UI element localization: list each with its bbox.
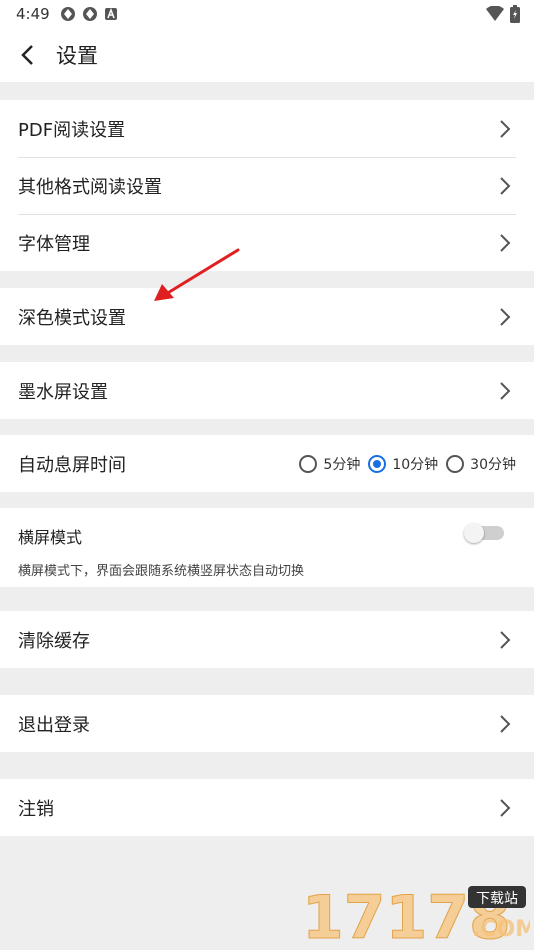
dark-mode-group: 深色模式设置 <box>0 288 534 345</box>
pdf-reading-settings-item[interactable]: PDF阅读设置 <box>0 100 534 157</box>
radio-button-selected[interactable] <box>368 454 387 473</box>
chevron-right-icon <box>500 630 511 649</box>
notification-icons <box>60 6 118 22</box>
watermark-logo: 17178 下载站 .COM <box>300 876 534 950</box>
deregister-item[interactable]: 注销 <box>0 779 534 836</box>
item-label: 退出登录 <box>18 714 90 736</box>
status-bar: 4:49 <box>0 0 534 28</box>
svg-text:.COM: .COM <box>472 917 530 942</box>
app-bar: 设置 <box>0 28 534 82</box>
radio-label: 30分钟 <box>470 456 516 473</box>
clear-cache-group: 清除缓存 <box>0 611 534 668</box>
toggle-knob <box>464 523 484 543</box>
annotation-arrow-icon <box>154 248 240 301</box>
eink-settings-item[interactable]: 墨水屏设置 <box>0 362 534 419</box>
logout-group: 退出登录 <box>0 695 534 752</box>
other-format-reading-settings-item[interactable]: 其他格式阅读设置 <box>0 157 534 214</box>
screen-timeout-row: 自动息屏时间 5分钟 10分钟 30分钟 <box>0 435 534 492</box>
radio-button[interactable] <box>299 454 318 473</box>
screen-timeout-label: 自动息屏时间 <box>18 454 126 476</box>
app-notification-icon <box>82 7 97 21</box>
dark-mode-settings-item[interactable]: 深色模式设置 <box>0 288 534 345</box>
status-time: 4:49 <box>16 5 50 23</box>
timeout-option-10min[interactable]: 10分钟 <box>368 454 438 474</box>
system-status-icons <box>486 5 520 23</box>
landscape-mode-description: 横屏模式下，界面会跟随系统横竖屏状态自动切换 <box>18 564 305 579</box>
chevron-right-icon <box>500 714 511 733</box>
wifi-icon <box>486 6 504 21</box>
landscape-mode-group: 横屏模式 横屏模式下，界面会跟随系统横竖屏状态自动切换 <box>0 508 534 587</box>
back-arrow-icon <box>21 45 33 65</box>
font-management-item[interactable]: 字体管理 <box>0 214 534 271</box>
logout-item[interactable]: 退出登录 <box>0 695 534 752</box>
deregister-group: 注销 <box>0 779 534 836</box>
back-button[interactable] <box>12 40 42 70</box>
eink-group: 墨水屏设置 <box>0 362 534 419</box>
item-label: 字体管理 <box>18 233 90 255</box>
timeout-option-30min[interactable]: 30分钟 <box>446 454 516 474</box>
item-label: PDF阅读设置 <box>18 119 126 141</box>
screen-timeout-group: 自动息屏时间 5分钟 10分钟 30分钟 <box>0 435 534 492</box>
item-label: 深色模式设置 <box>18 307 126 329</box>
chevron-right-icon <box>500 119 511 138</box>
chevron-right-icon <box>500 307 511 326</box>
clear-cache-item[interactable]: 清除缓存 <box>0 611 534 668</box>
battery-icon <box>510 5 520 23</box>
landscape-mode-toggle[interactable] <box>464 523 504 543</box>
radio-label: 5分钟 <box>323 456 361 473</box>
watermark-graphic: 17178 下载站 .COM <box>302 883 534 950</box>
chevron-right-icon <box>500 176 511 195</box>
radio-label: 10分钟 <box>392 456 439 473</box>
reading-settings-group: PDF阅读设置 其他格式阅读设置 字体管理 <box>0 100 534 271</box>
app-notification-icon <box>60 7 75 21</box>
item-label: 注销 <box>18 798 54 820</box>
screen-timeout-radio-group: 5分钟 10分钟 30分钟 <box>299 435 516 492</box>
item-label: 清除缓存 <box>18 630 90 652</box>
page-title: 设置 <box>56 44 98 68</box>
chevron-right-icon <box>500 798 511 817</box>
svg-text:下载站: 下载站 <box>476 891 518 907</box>
font-notification-icon <box>104 7 117 20</box>
landscape-mode-title: 横屏模式 <box>18 528 83 547</box>
item-label: 其他格式阅读设置 <box>18 176 162 198</box>
timeout-option-5min[interactable]: 5分钟 <box>299 454 360 474</box>
chevron-right-icon <box>500 381 511 400</box>
radio-button[interactable] <box>446 454 465 473</box>
chevron-right-icon <box>500 233 511 252</box>
item-label: 墨水屏设置 <box>18 381 108 403</box>
